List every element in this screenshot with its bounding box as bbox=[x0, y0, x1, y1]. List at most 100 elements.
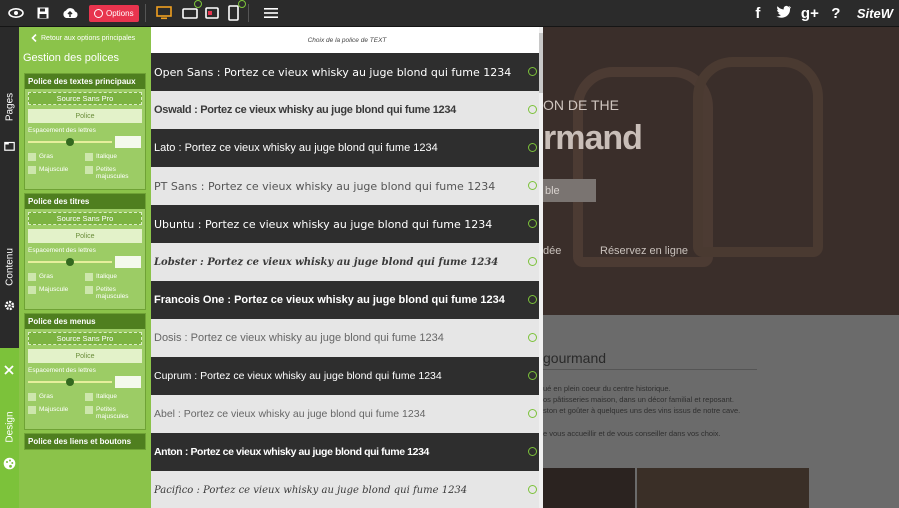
sitew-logo[interactable]: SiteW bbox=[857, 6, 893, 21]
slider-knob[interactable] bbox=[66, 138, 74, 146]
font-option-pt-sans[interactable]: PT Sans : Portez ce vieux whisky au juge… bbox=[151, 167, 543, 205]
facebook-icon[interactable]: f bbox=[745, 5, 771, 22]
caps-checkbox[interactable] bbox=[28, 406, 36, 414]
radio-icon[interactable] bbox=[528, 485, 537, 494]
gear-icon[interactable] bbox=[4, 298, 15, 316]
italic-option[interactable]: Italique bbox=[85, 393, 142, 401]
save-icon[interactable] bbox=[32, 2, 54, 24]
caps-option[interactable]: Majuscule bbox=[28, 166, 85, 180]
style-options: Gras Italique Majuscule Petites majuscul… bbox=[25, 388, 145, 429]
spacing-slider[interactable] bbox=[28, 138, 112, 146]
radio-icon[interactable] bbox=[528, 409, 537, 418]
caps-option[interactable]: Majuscule bbox=[28, 286, 85, 300]
police-button[interactable]: Police bbox=[28, 109, 142, 123]
radio-icon[interactable] bbox=[528, 181, 537, 190]
radio-icon[interactable] bbox=[528, 295, 537, 304]
radio-icon[interactable] bbox=[528, 447, 537, 456]
chair-shape bbox=[693, 57, 823, 257]
caps-option[interactable]: Majuscule bbox=[28, 406, 85, 420]
tab-design[interactable]: Design bbox=[0, 397, 19, 457]
spacing-value-input[interactable] bbox=[115, 256, 141, 268]
section-main-text-font: Police des textes principaux Source Sans… bbox=[24, 73, 146, 190]
section-heading: Police des titres bbox=[25, 194, 145, 209]
google-plus-icon[interactable]: g+ bbox=[797, 5, 823, 22]
small-caps-checkbox[interactable] bbox=[85, 166, 93, 174]
radio-icon[interactable] bbox=[528, 333, 537, 342]
back-to-main-options[interactable]: Retour aux options principales bbox=[19, 27, 151, 49]
small-caps-checkbox[interactable] bbox=[85, 406, 93, 414]
font-option-dosis[interactable]: Dosis : Portez ce vieux whisky au juge b… bbox=[151, 319, 543, 357]
tablet-portrait-icon[interactable] bbox=[204, 4, 220, 22]
font-option-label: Francois One : Portez ce vieux whisky au… bbox=[154, 294, 505, 306]
radio-icon[interactable] bbox=[528, 371, 537, 380]
font-option-open-sans[interactable]: Open Sans : Portez ce vieux whisky au ju… bbox=[151, 53, 543, 91]
chevron-left-icon bbox=[31, 34, 37, 42]
spacing-slider[interactable] bbox=[28, 378, 112, 386]
radio-icon[interactable] bbox=[528, 67, 537, 76]
spacing-slider[interactable] bbox=[28, 258, 112, 266]
small-caps-label: Petites majuscules bbox=[96, 406, 129, 420]
caps-checkbox[interactable] bbox=[28, 286, 36, 294]
palette-icon[interactable] bbox=[3, 457, 16, 475]
radio-icon[interactable] bbox=[528, 105, 537, 114]
small-caps-option[interactable]: Petites majuscules bbox=[85, 406, 142, 420]
bold-option[interactable]: Gras bbox=[28, 273, 85, 281]
font-option-lobster[interactable]: Lobster : Portez ce vieux whisky au juge… bbox=[151, 243, 543, 281]
italic-checkbox[interactable] bbox=[85, 393, 93, 401]
small-caps-option[interactable]: Petites majuscules bbox=[85, 286, 142, 300]
bold-option[interactable]: Gras bbox=[28, 393, 85, 401]
close-icon[interactable] bbox=[3, 363, 15, 381]
twitter-icon[interactable] bbox=[771, 5, 797, 22]
desktop-icon[interactable] bbox=[155, 4, 172, 22]
radio-icon[interactable] bbox=[528, 143, 537, 152]
radio-icon[interactable] bbox=[528, 219, 537, 228]
font-option-cuprum[interactable]: Cuprum : Portez ce vieux whisky au juge … bbox=[151, 357, 543, 395]
font-option-anton[interactable]: Anton : Portez ce vieux whisky au juge b… bbox=[151, 433, 543, 471]
small-caps-checkbox[interactable] bbox=[85, 286, 93, 294]
bold-checkbox[interactable] bbox=[28, 393, 36, 401]
options-button[interactable]: Options bbox=[89, 4, 139, 22]
menu-icon[interactable] bbox=[260, 2, 282, 24]
font-option-pacifico[interactable]: Pacifico : Portez ce vieux whisky au jug… bbox=[151, 471, 543, 508]
cloud-upload-icon[interactable] bbox=[59, 2, 81, 24]
font-rows: Open Sans : Portez ce vieux whisky au ju… bbox=[151, 53, 543, 508]
eye-icon[interactable] bbox=[5, 2, 27, 24]
small-caps-option[interactable]: Petites majuscules bbox=[85, 166, 142, 180]
italic-checkbox[interactable] bbox=[85, 153, 93, 161]
bold-checkbox[interactable] bbox=[28, 273, 36, 281]
preview-text-line: ston et goûter à quelques uns des vins i… bbox=[543, 406, 741, 415]
font-option-oswald[interactable]: Oswald : Portez ce vieux whisky au juge … bbox=[151, 91, 543, 129]
help-icon[interactable]: ? bbox=[823, 5, 849, 22]
font-option-lato[interactable]: Lato : Portez ce vieux whisky au juge bl… bbox=[151, 129, 543, 167]
toolbar-divider bbox=[247, 4, 249, 22]
font-option-label: Open Sans : Portez ce vieux whisky au ju… bbox=[154, 65, 512, 79]
slider-knob[interactable] bbox=[66, 258, 74, 266]
status-badge bbox=[237, 0, 246, 8]
font-name-display: Source Sans Pro bbox=[28, 212, 142, 225]
police-button[interactable]: Police bbox=[28, 349, 142, 363]
pages-icon[interactable] bbox=[4, 138, 15, 156]
italic-checkbox[interactable] bbox=[85, 273, 93, 281]
font-option-ubuntu[interactable]: Ubuntu : Portez ce vieux whisky au juge … bbox=[151, 205, 543, 243]
italic-option[interactable]: Italique bbox=[85, 153, 142, 161]
tab-pages[interactable]: Pages bbox=[0, 77, 19, 137]
caps-checkbox[interactable] bbox=[28, 166, 36, 174]
bold-option[interactable]: Gras bbox=[28, 153, 85, 161]
bold-label: Gras bbox=[39, 153, 54, 160]
options-label: Options bbox=[106, 8, 134, 18]
font-option-abel[interactable]: Abel : Portez ce vieux whisky au juge bl… bbox=[151, 395, 543, 433]
police-button[interactable]: Police bbox=[28, 229, 142, 243]
slider-knob[interactable] bbox=[66, 378, 74, 386]
tab-content[interactable]: Contenu bbox=[0, 237, 19, 297]
tablet-landscape-icon[interactable] bbox=[181, 0, 202, 22]
radio-icon[interactable] bbox=[528, 257, 537, 266]
bold-checkbox[interactable] bbox=[28, 153, 36, 161]
font-option-label: Cuprum : Portez ce vieux whisky au juge … bbox=[154, 370, 442, 382]
spacing-value-input[interactable] bbox=[115, 136, 141, 148]
italic-option[interactable]: Italique bbox=[85, 273, 142, 281]
spacing-value-input[interactable] bbox=[115, 376, 141, 388]
section-menus-font: Police des menus Source Sans Pro Police … bbox=[24, 313, 146, 430]
app-root: Options f g+ ? SiteW Pages Contenu Desig… bbox=[0, 0, 899, 508]
font-option-francois-one[interactable]: Francois One : Portez ce vieux whisky au… bbox=[151, 281, 543, 319]
mobile-icon[interactable] bbox=[226, 0, 246, 22]
